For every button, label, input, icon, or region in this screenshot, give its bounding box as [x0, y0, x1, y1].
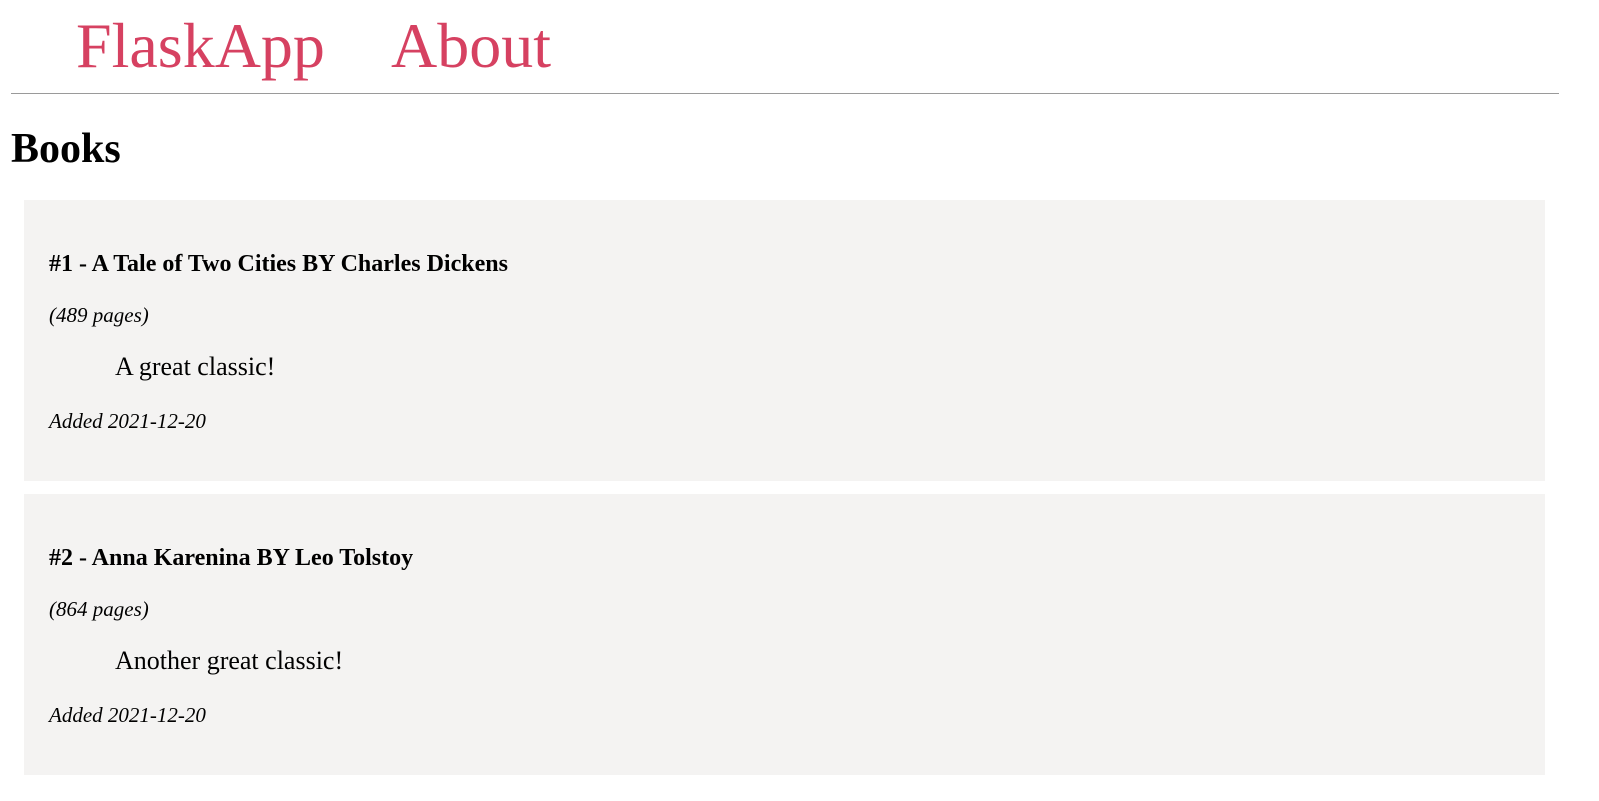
book-page-count: (864 pages): [49, 597, 149, 621]
nav-divider: [11, 93, 1559, 94]
nav-about-link[interactable]: About: [391, 10, 551, 82]
book-review: A great classic!: [115, 352, 276, 381]
page-title: Books: [11, 126, 121, 172]
book-card: #1 - A Tale of Two Cities BY Charles Dic…: [24, 200, 1545, 481]
nav-brand-link[interactable]: FlaskApp: [76, 10, 325, 82]
book-card: #2 - Anna Karenina BY Leo Tolstoy (864 p…: [24, 494, 1545, 775]
book-added-date: Added 2021-12-20: [49, 409, 206, 433]
book-review: Another great classic!: [115, 646, 344, 675]
book-title: #2 - Anna Karenina BY Leo Tolstoy: [49, 545, 414, 571]
book-page-count: (489 pages): [49, 303, 149, 327]
top-nav: FlaskApp About: [0, 0, 1599, 84]
book-added-date: Added 2021-12-20: [49, 703, 206, 727]
book-title: #1 - A Tale of Two Cities BY Charles Dic…: [49, 251, 508, 277]
